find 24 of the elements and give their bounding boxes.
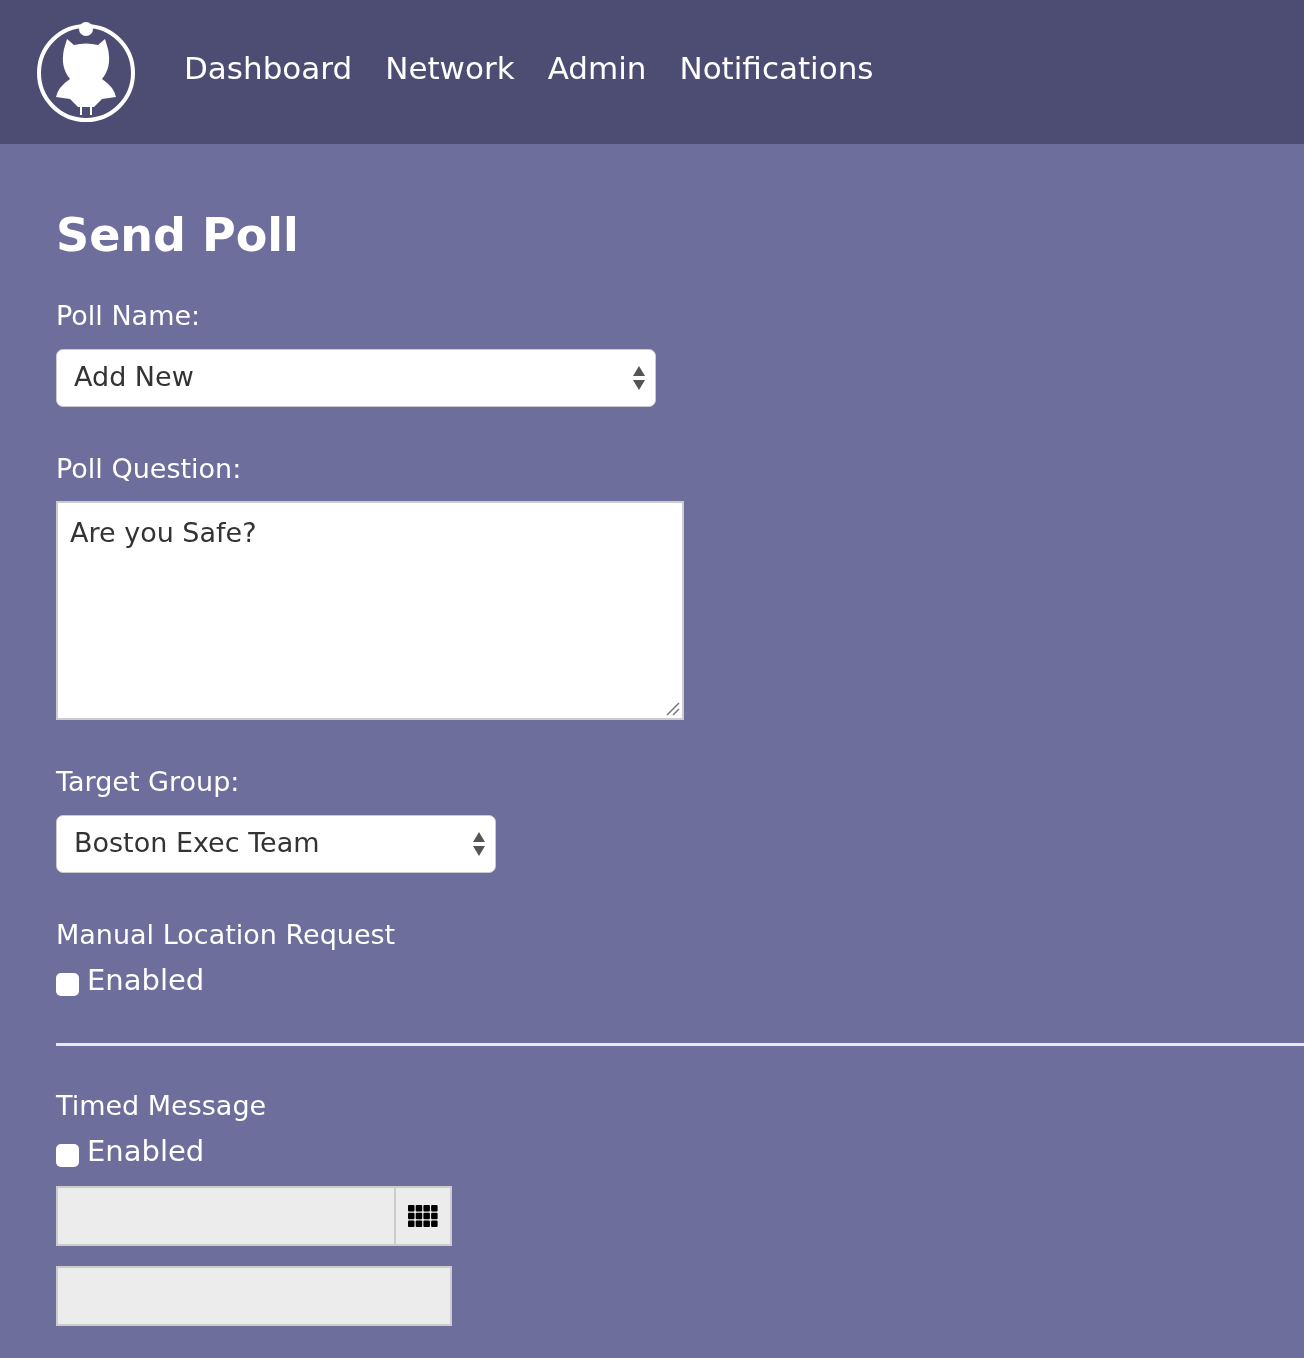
section-label: Timed Message [56, 1088, 268, 1123]
nav-link[interactable]: Network [385, 44, 515, 92]
resize-handle-icon [666, 702, 680, 716]
field-label: Target Group: [56, 765, 241, 799]
field-label: Poll Name: [56, 299, 202, 333]
dropdown-select[interactable]: Add New [56, 348, 656, 407]
calendar-button[interactable] [396, 1185, 452, 1246]
checkbox[interactable] [56, 1144, 79, 1168]
select-arrows-icon [472, 830, 486, 857]
page-title: Send Poll [56, 212, 300, 258]
grid-icon [408, 1204, 438, 1227]
checkbox-label: Enabled [87, 962, 205, 999]
field-label: Poll Question: [56, 451, 243, 486]
question-textarea[interactable]: Are you Safe? [56, 501, 684, 720]
time-input-field[interactable] [56, 1265, 452, 1326]
select-arrows-icon [632, 364, 646, 391]
checkbox-label: Enabled [87, 1133, 205, 1170]
checkbox[interactable] [56, 973, 79, 997]
section-label: Manual Location Request [56, 917, 397, 952]
nav-link[interactable]: Dashboard [184, 44, 353, 92]
nav-link[interactable]: Admin [547, 44, 647, 92]
date-input-field[interactable] [56, 1185, 396, 1246]
nav-link[interactable]: Notifications [679, 44, 874, 92]
dropdown-select[interactable]: Boston Exec Team [56, 814, 496, 873]
